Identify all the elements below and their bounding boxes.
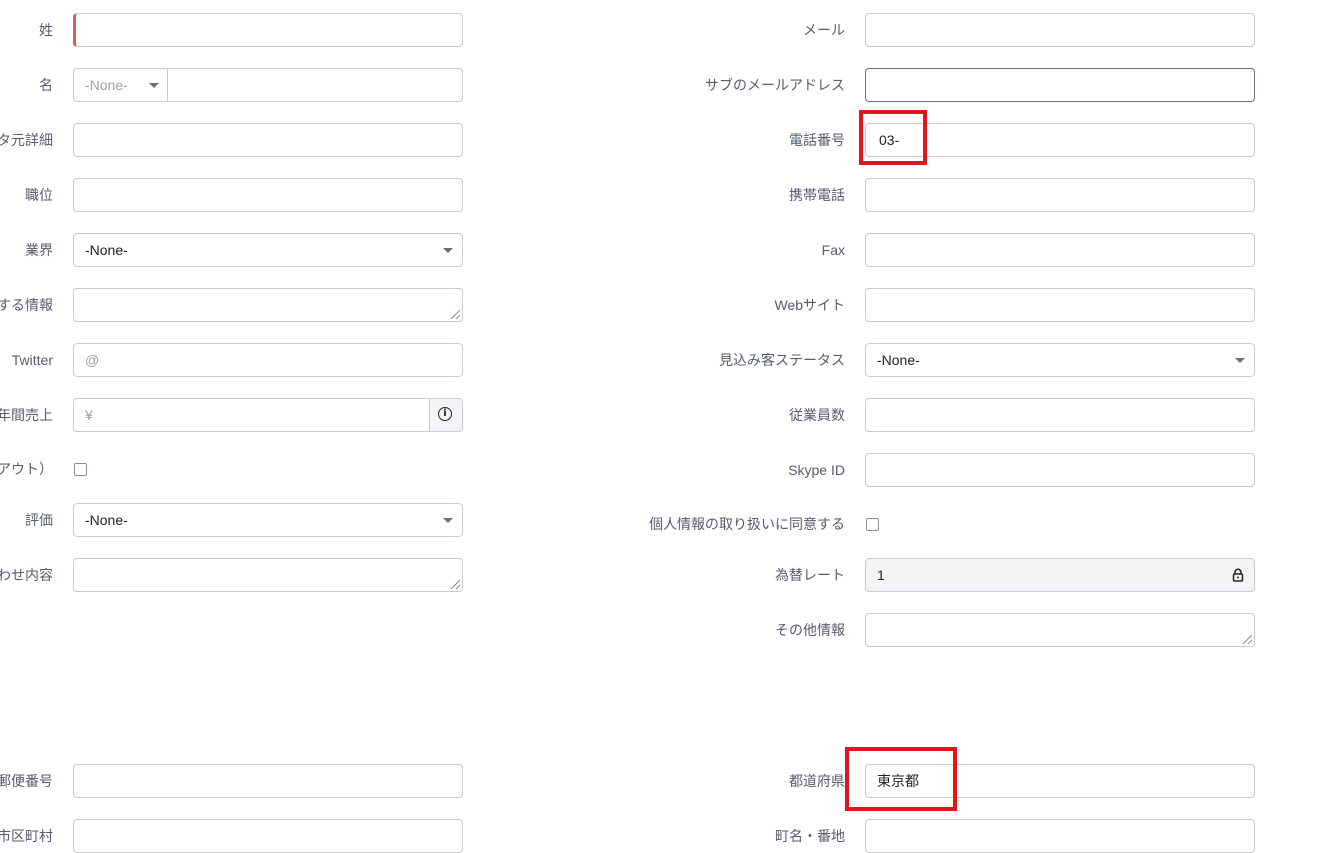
fax-input[interactable] (865, 233, 1255, 267)
industry-value: -None- (85, 242, 128, 258)
first-name-group: -None- (73, 68, 463, 102)
last-name-label: 姓 (39, 22, 53, 38)
street-input[interactable] (865, 819, 1255, 853)
employees-label: 従業員数 (789, 407, 845, 423)
exchange-rate-input: 1 (865, 558, 1255, 592)
website-label: Webサイト (774, 297, 845, 313)
website-input[interactable] (865, 288, 1255, 322)
resize-handle-icon[interactable] (449, 308, 460, 319)
postal-code-input[interactable] (73, 764, 463, 798)
exchange-rate-value: 1 (877, 567, 885, 583)
annual-revenue-placeholder: ¥ (85, 407, 93, 423)
twitter-placeholder: @ (85, 352, 100, 368)
salutation-value: -None- (85, 77, 128, 93)
lead-status-select[interactable]: -None- (865, 343, 1255, 377)
privacy-consent-checkbox[interactable] (866, 518, 879, 531)
lead-status-label: 見込み客ステータス (719, 352, 845, 368)
privacy-consent-label: 個人情報の取り扱いに同意する (649, 516, 845, 532)
lead-status-value: -None- (877, 352, 920, 368)
skype-input[interactable] (865, 453, 1255, 487)
info-icon: i (438, 407, 452, 421)
annual-revenue-input[interactable]: ¥ i (73, 398, 463, 432)
city-input[interactable] (73, 819, 463, 853)
skype-label: Skype ID (788, 462, 845, 478)
title-label: 職位 (25, 187, 53, 203)
postal-code-label: 郵便番号 (0, 773, 53, 789)
first-name-input[interactable] (169, 69, 462, 101)
mobile-label: 携帯電話 (789, 187, 845, 203)
employees-input[interactable] (865, 398, 1255, 432)
caret-down-icon (443, 518, 453, 523)
info-addon[interactable]: i (429, 399, 462, 431)
title-input[interactable] (73, 178, 463, 212)
phone-label: 電話番号 (789, 132, 845, 148)
related-info-label: する情報 (0, 297, 53, 313)
other-info-label: その他情報 (775, 622, 845, 638)
prefecture-input[interactable]: 東京都 (865, 764, 1255, 798)
secondary-email-input[interactable] (865, 68, 1255, 102)
first-name-label: 名 (39, 77, 53, 93)
secondary-email-label: サブのメールアドレス (705, 77, 845, 93)
mobile-input[interactable] (865, 178, 1255, 212)
caret-down-icon (149, 83, 159, 88)
caret-down-icon (443, 248, 453, 253)
street-label: 町名・番地 (775, 828, 845, 844)
rating-value: -None- (85, 512, 128, 528)
last-name-input[interactable] (73, 13, 463, 47)
industry-label: 業界 (25, 242, 53, 258)
related-info-textarea[interactable] (73, 288, 463, 322)
industry-select[interactable]: -None- (73, 233, 463, 267)
rating-label: 評価 (25, 512, 53, 528)
source-detail-input[interactable] (73, 123, 463, 157)
source-detail-label: タ元詳細 (0, 132, 53, 148)
twitter-input[interactable]: @ (73, 343, 463, 377)
salutation-select[interactable]: -None- (74, 69, 168, 101)
exchange-rate-label: 為替レート (775, 567, 845, 583)
prefecture-label: 都道府県 (789, 773, 845, 789)
fax-label: Fax (821, 242, 845, 258)
opt-out-checkbox[interactable] (74, 463, 87, 476)
annual-revenue-label: 年間売上 (0, 407, 53, 423)
rating-select[interactable]: -None- (73, 503, 463, 537)
email-label: メール (803, 22, 845, 38)
other-info-textarea[interactable] (865, 613, 1255, 647)
inquiry-label: わせ内容 (0, 567, 53, 583)
caret-down-icon (1235, 358, 1245, 363)
lock-icon (1232, 568, 1244, 582)
twitter-label: Twitter (11, 352, 53, 368)
phone-input[interactable]: 03- (865, 123, 1255, 157)
resize-handle-icon[interactable] (449, 578, 460, 589)
inquiry-textarea[interactable] (73, 558, 463, 592)
email-input[interactable] (865, 13, 1255, 47)
opt-out-label: アウト） (0, 461, 53, 477)
city-label: 市区町村 (0, 828, 53, 844)
resize-handle-icon[interactable] (1241, 633, 1252, 644)
